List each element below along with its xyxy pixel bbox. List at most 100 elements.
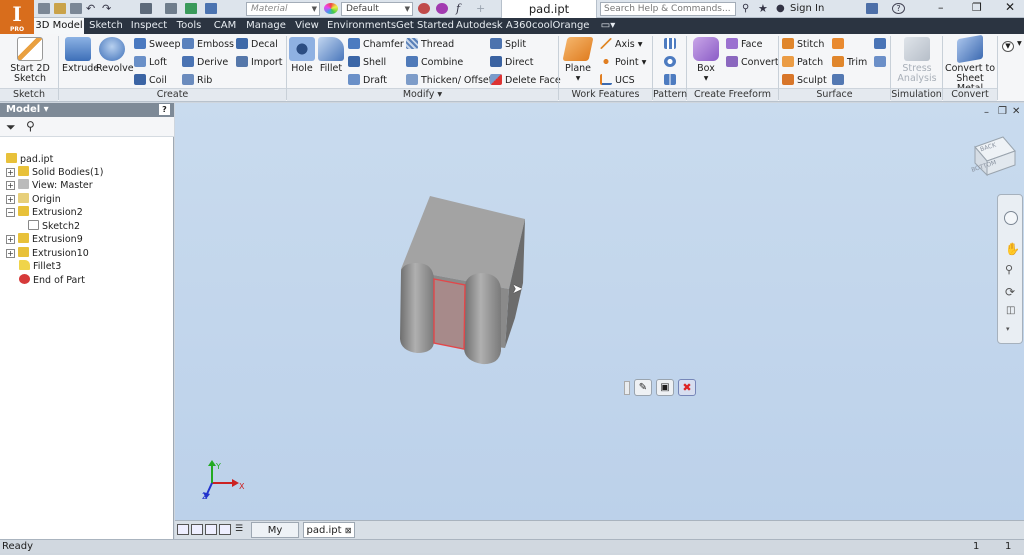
repair-bodies-button[interactable]	[874, 56, 889, 68]
home-icon[interactable]	[140, 3, 152, 14]
shell-button[interactable]: Shell	[348, 56, 386, 68]
edit-feature-icon[interactable]: ▣	[656, 379, 674, 396]
window-list-icon[interactable]	[219, 524, 231, 535]
expand-icon[interactable]: +	[6, 249, 15, 258]
orbit-icon[interactable]: ⟳	[1005, 285, 1015, 299]
combine-button[interactable]: Combine	[406, 56, 463, 68]
import-button[interactable]: Import	[236, 56, 283, 68]
delete-face-button[interactable]: Delete Face	[490, 74, 561, 86]
tree-item-fillet3[interactable]: Fillet3	[19, 260, 61, 273]
draft-button[interactable]: Draft	[348, 74, 387, 86]
zoom-icon[interactable]: ⚲	[1005, 263, 1013, 276]
patch-button[interactable]: Patch	[782, 56, 823, 68]
tree-item-solid-bodies[interactable]: + Solid Bodies(1)	[6, 166, 103, 179]
tab-3d-model[interactable]: 3D Model	[34, 18, 84, 34]
ribbon-expand-button[interactable]: ▼ ▾	[1002, 38, 1022, 52]
clear-appearance-icon[interactable]	[418, 3, 430, 14]
tab-tools[interactable]: Tools	[173, 18, 205, 34]
tree-item-extrusion10[interactable]: + Extrusion10	[6, 247, 89, 260]
help-icon[interactable]: ?	[892, 3, 905, 14]
extend-button[interactable]	[832, 74, 847, 86]
look-at-icon[interactable]: ◫	[1006, 305, 1015, 316]
tabs-menu-icon[interactable]: ☰	[235, 524, 243, 534]
minimize-window-icon[interactable]: –	[938, 1, 944, 14]
expand-icon[interactable]: +	[6, 181, 15, 190]
ribbon-options-icon[interactable]: ▭▾	[600, 18, 616, 34]
loft-button[interactable]: Loft	[134, 56, 167, 68]
binoculars-icon[interactable]: ⚲	[26, 119, 35, 133]
cascade-icon[interactable]	[191, 524, 203, 535]
arrange-icon[interactable]	[205, 524, 217, 535]
direct-button[interactable]: Direct	[490, 56, 533, 68]
revolve-button[interactable]: Revolve	[96, 37, 134, 74]
help-icon[interactable]: ?	[159, 104, 170, 115]
tree-item-extrusion2[interactable]: − Extrusion2	[6, 206, 83, 219]
right-lobe-face[interactable]	[464, 273, 501, 365]
update-icon[interactable]	[165, 3, 177, 14]
left-lobe-face[interactable]	[400, 263, 434, 353]
adjust-icon[interactable]	[436, 3, 448, 14]
steering-wheel-icon[interactable]	[1004, 211, 1018, 225]
mini-toolbar-grip[interactable]	[624, 381, 630, 395]
tile-icon[interactable]	[177, 524, 189, 535]
tree-item-part[interactable]: pad.ipt	[6, 153, 53, 166]
tab-environments[interactable]: Environments	[327, 18, 396, 34]
ucs-button[interactable]: UCS	[600, 74, 635, 86]
box-button[interactable]: Box ▼	[690, 37, 722, 84]
convert-to-sheet-metal-button[interactable]: Convert to Sheet Metal	[944, 34, 996, 94]
tree-item-extrusion9[interactable]: + Extrusion9	[6, 233, 83, 246]
edit-sketch-icon[interactable]: ✎	[634, 379, 652, 396]
redo-icon[interactable]: ↷	[102, 3, 114, 14]
plane-button[interactable]: Plane ▼	[562, 37, 594, 84]
rectangular-pattern-button[interactable]	[664, 38, 679, 50]
replace-face-button[interactable]	[874, 38, 889, 50]
tab-cam[interactable]: CAM	[210, 18, 240, 34]
undo-icon[interactable]: ↶	[86, 3, 98, 14]
tab-manage[interactable]: Manage	[246, 18, 286, 34]
chamfer-button[interactable]: Chamfer	[348, 38, 404, 50]
coil-button[interactable]: Coil	[134, 74, 167, 86]
tree-item-sketch2[interactable]: Sketch2	[28, 220, 80, 233]
pan-icon[interactable]: ✋	[1005, 242, 1020, 256]
exchange-icon[interactable]	[866, 3, 878, 14]
parameters-icon[interactable]: f	[456, 3, 468, 14]
save-icon[interactable]	[70, 3, 82, 14]
rib-button[interactable]: Rib	[182, 74, 212, 86]
sign-in-link[interactable]: Sign In	[790, 3, 824, 14]
close-window-icon[interactable]: ✕	[1005, 0, 1015, 14]
circular-pattern-button[interactable]	[664, 56, 679, 68]
binoculars-icon[interactable]: ⚲	[742, 3, 754, 14]
select-icon[interactable]	[185, 3, 197, 14]
thread-button[interactable]: Thread	[406, 38, 454, 50]
tab-view[interactable]: View	[292, 18, 322, 34]
search-input[interactable]: Search Help & Commands...	[600, 2, 736, 16]
appearance-dropdown[interactable]: Default ▼	[341, 2, 413, 16]
sweep-button[interactable]: Sweep	[134, 38, 181, 50]
measure-icon[interactable]: +	[476, 3, 488, 14]
tab-my-home[interactable]: My Home	[251, 522, 299, 552]
emboss-button[interactable]: Emboss	[182, 38, 234, 50]
new-file-icon[interactable]	[38, 3, 50, 14]
material-dropdown[interactable]: Material ▼	[246, 2, 320, 16]
tree-item-end-of-part[interactable]: End of Part	[19, 274, 85, 287]
browser-header[interactable]: Model ▾ ?	[0, 103, 174, 117]
expand-icon[interactable]: +	[6, 168, 15, 177]
tab-autodesk-a360[interactable]: Autodesk A360	[456, 18, 532, 34]
group-modify[interactable]: Modify ▾	[287, 88, 558, 101]
sculpt-button[interactable]: Sculpt	[782, 74, 827, 86]
selected-slot-face[interactable]	[433, 278, 466, 350]
delete-icon[interactable]: ✖	[678, 379, 696, 396]
close-tab-icon[interactable]: ⊠	[345, 526, 352, 535]
decal-button[interactable]: Decal	[236, 38, 278, 50]
collapse-icon[interactable]: −	[6, 208, 15, 217]
tab-coolorange[interactable]: coolOrange	[532, 18, 589, 34]
derive-button[interactable]: Derive	[182, 56, 228, 68]
convert-freeform-button[interactable]: Convert	[726, 56, 779, 68]
tree-item-origin[interactable]: + Origin	[6, 193, 61, 206]
tab-sketch[interactable]: Sketch	[88, 18, 124, 34]
part-model[interactable]	[175, 103, 1024, 520]
face-button[interactable]: Face	[726, 38, 762, 50]
customize-nav-icon[interactable]: ▾	[1006, 325, 1010, 333]
hole-button[interactable]: Hole	[288, 37, 316, 74]
mirror-button[interactable]	[664, 74, 679, 86]
